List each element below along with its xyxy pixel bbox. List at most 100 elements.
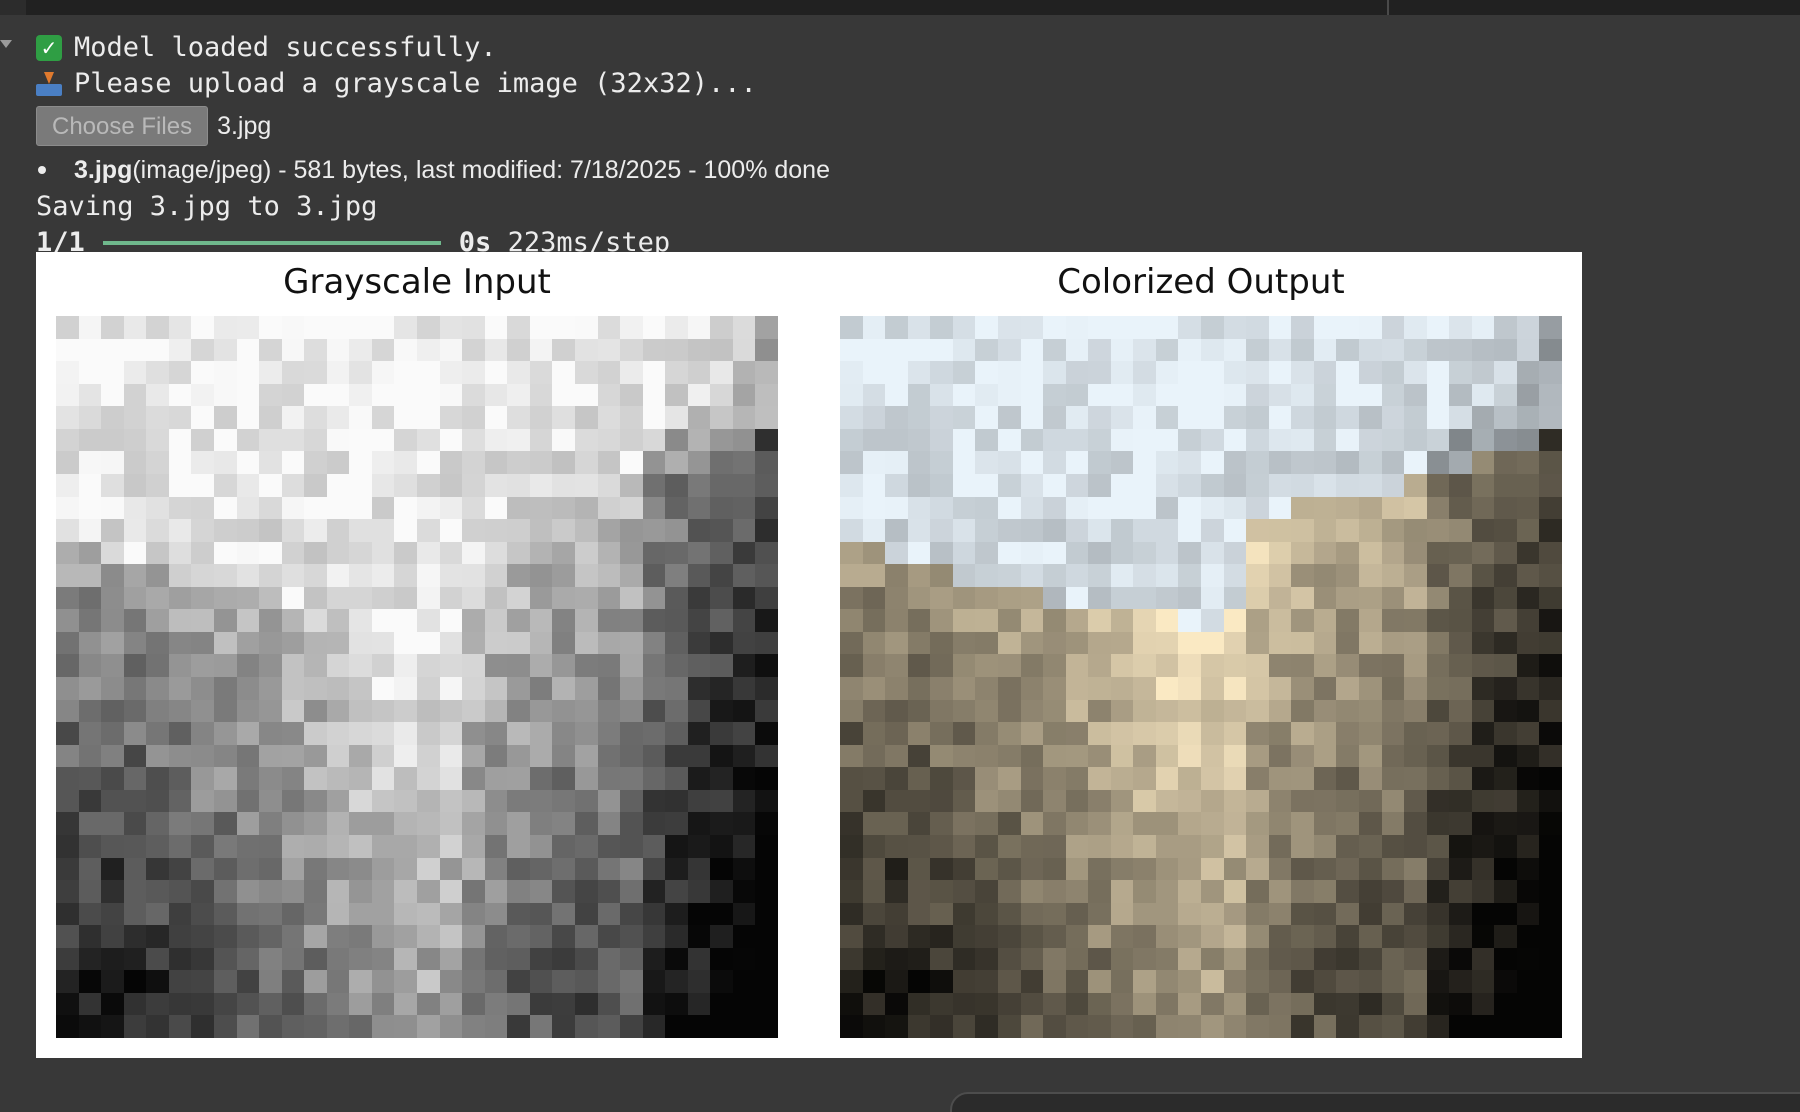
- pixel: [394, 316, 417, 339]
- pixel: [213, 496, 237, 520]
- pixel: [439, 699, 463, 723]
- pixel: [1178, 496, 1201, 520]
- pixel: [236, 722, 260, 745]
- collapse-output-icon[interactable]: [0, 40, 12, 48]
- pixel: [1358, 631, 1382, 655]
- pixel: [1516, 428, 1540, 452]
- pixel: [574, 677, 598, 700]
- pixel: [1043, 880, 1066, 903]
- pixel: [1110, 338, 1134, 362]
- pixel: [1223, 857, 1247, 881]
- pixel: [146, 316, 169, 339]
- pixel: [1020, 428, 1044, 452]
- pixel: [123, 383, 147, 407]
- pixel: [326, 992, 350, 1016]
- pixel: [1020, 541, 1044, 565]
- pixel: [1516, 925, 1540, 948]
- pixel: [574, 473, 598, 497]
- pixel: [78, 631, 102, 655]
- pixel: [56, 519, 79, 542]
- pixel: [484, 586, 508, 610]
- pixel: [1020, 361, 1044, 384]
- pixel: [665, 902, 688, 926]
- pixel: [236, 699, 260, 723]
- pixel: [1088, 654, 1111, 677]
- pixel: [191, 789, 214, 813]
- pixel: [1404, 925, 1427, 948]
- pixel: [417, 361, 440, 384]
- pixel: [484, 925, 508, 948]
- pixel: [1133, 428, 1156, 452]
- pixel: [1155, 1015, 1179, 1038]
- pixel: [281, 992, 305, 1016]
- pixel: [1088, 406, 1111, 429]
- pixel: [349, 880, 372, 903]
- pixel: [1246, 338, 1269, 362]
- pixel: [755, 316, 778, 339]
- pixel: [1494, 609, 1517, 632]
- pixel: [1020, 586, 1044, 610]
- pixel: [1065, 428, 1089, 452]
- pixel: [574, 880, 598, 903]
- pixel: [642, 1015, 666, 1038]
- pixel: [997, 564, 1021, 587]
- pixel: [1043, 631, 1066, 655]
- pixel: [930, 519, 953, 542]
- pixel: [349, 519, 372, 542]
- pixel: [1155, 361, 1179, 384]
- pixel: [462, 338, 485, 362]
- pixel: [259, 338, 282, 362]
- pixel: [642, 902, 666, 926]
- pixel: [371, 992, 395, 1016]
- pixel: [930, 880, 953, 903]
- pixel: [394, 812, 417, 835]
- pixel: [78, 496, 102, 520]
- pixel: [1449, 1015, 1472, 1038]
- pixel: [997, 541, 1021, 565]
- pixel: [439, 925, 463, 948]
- pixel: [1313, 925, 1337, 948]
- pixel: [259, 699, 282, 723]
- pixel: [168, 451, 192, 474]
- pixel: [1110, 902, 1134, 926]
- pixel: [1291, 902, 1314, 926]
- pixel: [930, 586, 953, 610]
- pixel: [1471, 383, 1495, 407]
- pixel: [1110, 541, 1134, 565]
- pixel: [304, 699, 327, 723]
- pixel: [1065, 970, 1089, 993]
- pixel: [168, 812, 192, 835]
- pixel: [1246, 992, 1269, 1016]
- pixel: [146, 789, 169, 813]
- pixel: [1426, 970, 1450, 993]
- pixel: [56, 428, 79, 452]
- pixel: [259, 564, 282, 587]
- pixel: [1043, 947, 1066, 971]
- pixel: [1088, 677, 1111, 700]
- pixel: [1246, 316, 1269, 339]
- pixel: [1178, 992, 1201, 1016]
- pixel: [1110, 473, 1134, 497]
- pixel: [687, 812, 711, 835]
- pixel: [213, 722, 237, 745]
- pixel: [952, 699, 976, 723]
- pixel: [507, 925, 530, 948]
- choose-files-button[interactable]: Choose Files: [36, 106, 209, 146]
- pixel: [1291, 316, 1314, 339]
- pixel: [862, 541, 886, 565]
- pixel: [665, 789, 688, 813]
- pixel: [349, 631, 372, 655]
- pixel: [1065, 925, 1089, 948]
- pixel: [507, 947, 530, 971]
- pixel: [1043, 519, 1066, 542]
- pixel: [146, 925, 169, 948]
- pixel: [1155, 789, 1179, 813]
- pixel: [1381, 428, 1405, 452]
- pixel: [529, 609, 553, 632]
- pixel: [1223, 316, 1247, 339]
- pixel: [78, 1015, 102, 1038]
- pixel: [146, 586, 169, 610]
- pixel: [1516, 406, 1540, 429]
- pixel: [885, 631, 908, 655]
- pixel: [1494, 677, 1517, 700]
